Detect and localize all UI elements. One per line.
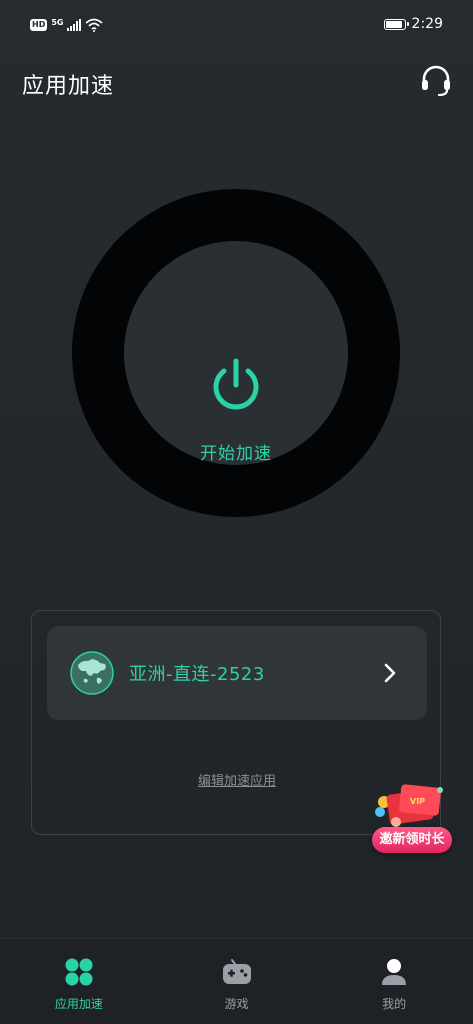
headset-icon[interactable] — [419, 64, 453, 98]
tab-mine[interactable]: 我的 — [315, 939, 473, 1024]
gamepad-icon — [222, 959, 251, 984]
tab-label: 游戏 — [224, 997, 249, 1011]
start-accelerate-label: 开始加速 — [200, 444, 272, 464]
tab-app-accelerate[interactable]: 应用加速 — [0, 939, 158, 1024]
battery-icon — [383, 18, 409, 30]
region-name: 亚洲-直连-2523 — [129, 664, 265, 685]
bottom-tab-bar: 应用加速 游戏 我的 — [0, 938, 473, 1024]
invite-promo-label: 邀新领时长 — [372, 827, 452, 853]
invite-promo-badge[interactable]: VIP 邀新领时长 — [370, 782, 454, 858]
network-type: 5G — [51, 17, 64, 27]
hd-badge: HD — [30, 19, 48, 31]
clock: 2:29 — [411, 16, 443, 32]
status-bar: HD 5G 2:29 — [0, 0, 473, 52]
tab-label: 应用加速 — [54, 997, 103, 1011]
tab-label: 我的 — [382, 997, 407, 1011]
page-title: 应用加速 — [22, 74, 115, 99]
tab-games[interactable]: 游戏 — [158, 939, 316, 1024]
region-selector[interactable]: 亚洲-直连-2523 — [47, 626, 427, 720]
svg-text:VIP: VIP — [410, 797, 425, 806]
globe-icon — [70, 651, 114, 695]
header: 应用加速 — [0, 62, 473, 106]
power-icon — [213, 358, 259, 410]
status-right: 2:29 — [383, 16, 443, 32]
profile-icon — [382, 959, 407, 985]
status-left: HD 5G — [30, 17, 104, 32]
signal-icon — [67, 19, 82, 31]
start-accelerate-button[interactable]: 开始加速 — [124, 241, 348, 465]
wifi-icon — [85, 18, 104, 32]
accelerate-ring: 开始加速 — [72, 189, 400, 517]
chevron-right-icon — [384, 663, 396, 683]
four-dots-icon — [65, 958, 93, 986]
